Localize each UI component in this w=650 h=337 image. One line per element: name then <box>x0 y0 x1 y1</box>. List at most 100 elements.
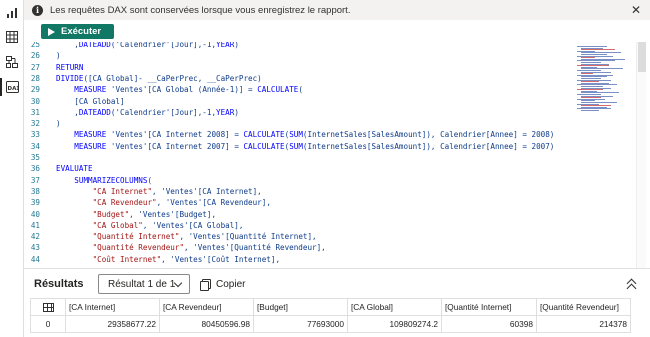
table-header-row: [CA Internet] [CA Revendeur] [Budget] [C… <box>30 298 631 316</box>
code-line[interactable]: 32) <box>24 118 579 129</box>
code-line[interactable]: 39 "CA Revendeur", 'Ventes'[CA Revendeur… <box>24 197 579 208</box>
column-header[interactable]: [CA Internet] <box>65 298 160 316</box>
column-header[interactable]: [CA Revendeur] <box>159 298 254 316</box>
code-line[interactable]: 36 EVALUATE <box>24 163 579 174</box>
line-number: 30 <box>30 96 40 106</box>
code-text: SUMMARIZECOLUMNS( <box>74 175 153 185</box>
model-view-icon[interactable] <box>5 55 19 69</box>
code-text: "CA Internet", 'Ventes'[CA Internet], <box>92 186 262 196</box>
result-selector[interactable]: Résultat 1 de 1 <box>98 274 190 294</box>
code-text: "CA Global", 'Ventes'[CA Global], <box>92 220 244 230</box>
svg-text:DAX: DAX <box>7 86 19 92</box>
code-line[interactable]: 41 "CA Global", 'Ventes'[CA Global], <box>24 220 579 231</box>
line-number: 31 <box>30 107 40 117</box>
column-header[interactable]: [Budget] <box>253 298 348 316</box>
line-number: 43 <box>30 243 40 253</box>
report-view-icon[interactable] <box>5 6 19 20</box>
code-text: ) <box>56 119 61 129</box>
code-line[interactable]: 31 ,DATEADD('Calendrier'[Jour],-1,YEAR) <box>24 107 579 118</box>
code-line[interactable]: 27 RETURN <box>24 62 579 73</box>
editor-scrollbar[interactable] <box>636 42 646 268</box>
result-selector-value: Résultat 1 de 1 <box>108 278 176 290</box>
line-number: 37 <box>30 175 40 185</box>
results-table-container: [CA Internet] [CA Revendeur] [Budget] [C… <box>30 298 650 337</box>
editor-minimap[interactable] <box>574 42 634 268</box>
code-line[interactable]: 44 "Coût Internet", 'Ventes'[Coût Intern… <box>24 254 579 265</box>
code-line[interactable]: 40 "Budget", 'Ventes'[Budget], <box>24 209 579 220</box>
line-number: 38 <box>30 186 40 196</box>
run-button-label: Exécuter <box>61 26 102 37</box>
run-button[interactable]: Exécuter <box>41 24 114 39</box>
code-text: "Quantité Revendeur", 'Ventes'[Quantité … <box>92 243 326 253</box>
code-text: "Quantité Internet", 'Ventes'[Quantité I… <box>92 232 317 242</box>
code-text: EVALUATE <box>56 164 93 174</box>
code-line[interactable]: 33 MEASURE 'Ventes'[CA Internet 2008] = … <box>24 129 579 140</box>
minimap-line <box>581 110 599 111</box>
table-row: 0 29358677.22 80450596.98 77693000 10980… <box>30 315 631 333</box>
line-number: 28 <box>30 73 40 83</box>
results-header: Résultats Résultat 1 de 1 Copier <box>24 268 650 298</box>
line-number: 32 <box>30 119 40 129</box>
view-rail: DAX <box>0 0 24 337</box>
code-line[interactable]: 35 <box>24 152 579 163</box>
results-table: [CA Internet] [CA Revendeur] [Budget] [C… <box>30 298 631 333</box>
table-cell: 77693000 <box>253 315 348 333</box>
close-icon[interactable]: ✕ <box>630 4 642 16</box>
copy-button[interactable]: Copier <box>200 277 245 291</box>
line-number: 40 <box>30 209 40 219</box>
table-icon <box>42 303 54 313</box>
code-line[interactable]: 25 ,DATEADD('Calendrier'[Jour],-1,YEAR) <box>24 42 579 50</box>
line-number: 33 <box>30 130 40 140</box>
code-text: MEASURE 'Ventes'[CA Internet 2008] = CAL… <box>74 130 555 140</box>
scrollbar-thumb[interactable] <box>638 42 646 72</box>
code-line[interactable]: 26) <box>24 50 579 61</box>
column-header[interactable]: [CA Global] <box>347 298 442 316</box>
line-number: 36 <box>30 164 40 174</box>
line-number: 44 <box>30 254 40 264</box>
dax-query-view-icon[interactable]: DAX <box>0 78 19 96</box>
line-number: 41 <box>30 220 40 230</box>
code-line[interactable]: 38 "CA Internet", 'Ventes'[CA Internet], <box>24 186 579 197</box>
line-number: 35 <box>30 153 40 162</box>
line-number: 26 <box>30 51 40 61</box>
code-text: ) <box>56 51 61 61</box>
code-line[interactable]: 30 [CA Global] <box>24 96 579 107</box>
line-number: 27 <box>30 62 40 72</box>
code-text: DIVIDE([CA Global]- __CaPerPrec, __CaPer… <box>56 73 262 83</box>
info-message: Les requêtes DAX sont conservées lorsque… <box>50 4 351 16</box>
collapse-results-button[interactable] <box>626 277 638 294</box>
info-bar: i Les requêtes DAX sont conservées lorsq… <box>24 0 650 20</box>
code-line[interactable]: 34 MEASURE 'Ventes'[CA Internet 2007] = … <box>24 141 579 152</box>
line-number: 25 <box>30 42 40 49</box>
line-number: 29 <box>30 85 40 95</box>
line-number: 39 <box>30 198 40 208</box>
code-line[interactable]: 37 SUMMARIZECOLUMNS( <box>24 175 579 186</box>
query-toolbar: Exécuter <box>24 20 650 42</box>
table-cell: 80450596.98 <box>159 315 254 333</box>
code-text: "Budget", 'Ventes'[Budget], <box>92 209 217 219</box>
code-text: ,DATEADD('Calendrier'[Jour],-1,YEAR) <box>56 42 239 49</box>
table-cell: 29358677.22 <box>65 315 160 333</box>
info-icon: i <box>32 4 43 16</box>
table-view-icon[interactable] <box>5 30 19 44</box>
code-text: [CA Global] <box>56 96 125 106</box>
code-line[interactable]: 43 "Quantité Revendeur", 'Ventes'[Quanti… <box>24 242 579 253</box>
column-header[interactable]: [Quantité Revendeur] <box>536 298 631 316</box>
dax-editor[interactable]: 25 ,DATEADD('Calendrier'[Jour],-1,YEAR) 2… <box>24 42 650 268</box>
table-cell: 214378 <box>536 315 631 333</box>
code-line[interactable]: 28 DIVIDE([CA Global]- __CaPerPrec, __CaP… <box>24 73 579 84</box>
row-index: 0 <box>30 315 66 333</box>
code-line[interactable]: 29 MEASURE 'Ventes'[CA Global (Année-1)]… <box>24 84 579 95</box>
copy-button-label: Copier <box>216 278 246 290</box>
chevron-up-icon-second <box>626 283 637 294</box>
code-text: MEASURE 'Ventes'[CA Global (Année-1)] = … <box>74 85 303 95</box>
code-text: RETURN <box>56 62 84 72</box>
column-header[interactable]: [Quantité Internet] <box>441 298 537 316</box>
code-text: "CA Revendeur", 'Ventes'[CA Revendeur], <box>92 198 271 208</box>
code-text: ,DATEADD('Calendrier'[Jour],-1,YEAR) <box>56 107 239 117</box>
results-title: Résultats <box>34 278 84 290</box>
code-line[interactable]: 42 "Quantité Internet", 'Ventes'[Quantit… <box>24 231 579 242</box>
play-icon <box>48 27 55 36</box>
table-cell: 60398 <box>441 315 537 333</box>
line-number: 34 <box>30 141 40 151</box>
